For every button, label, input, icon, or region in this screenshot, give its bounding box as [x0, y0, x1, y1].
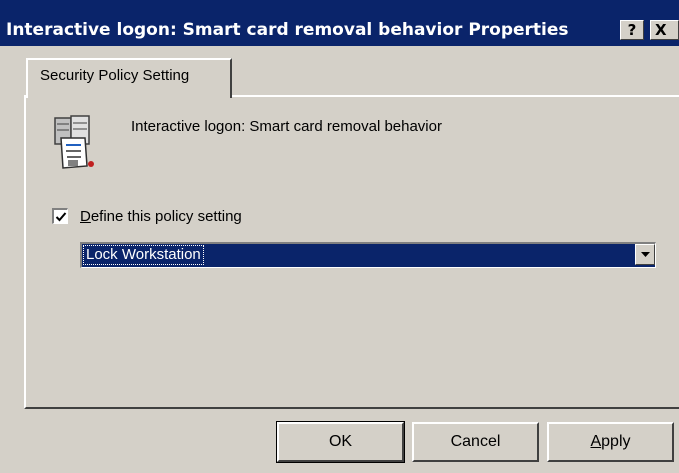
chevron-down-icon: [641, 252, 650, 257]
title-bar[interactable]: Interactive logon: Smart card removal be…: [0, 0, 679, 46]
security-policy-icon: [47, 114, 103, 170]
properties-dialog: Interactive logon: Smart card removal be…: [0, 0, 679, 473]
dropdown-arrow-button[interactable]: [635, 244, 655, 265]
define-policy-label[interactable]: Define this policy setting: [80, 208, 242, 225]
ok-button[interactable]: OK: [276, 421, 405, 463]
cancel-button[interactable]: Cancel: [412, 422, 539, 462]
tab-label: Security Policy Setting: [40, 67, 190, 84]
window-title: Interactive logon: Smart card removal be…: [6, 20, 569, 40]
apply-button[interactable]: Apply: [547, 422, 674, 462]
dropdown-selected-value: Lock Workstation: [83, 245, 204, 265]
removal-behavior-dropdown[interactable]: Lock Workstation: [80, 242, 656, 268]
help-button[interactable]: ?: [620, 20, 644, 40]
policy-name: Interactive logon: Smart card removal be…: [131, 118, 442, 135]
define-policy-checkbox[interactable]: [52, 208, 68, 224]
tab-security-policy-setting[interactable]: Security Policy Setting: [26, 58, 232, 98]
close-button[interactable]: X: [650, 20, 679, 40]
checkmark-icon: [55, 212, 67, 222]
